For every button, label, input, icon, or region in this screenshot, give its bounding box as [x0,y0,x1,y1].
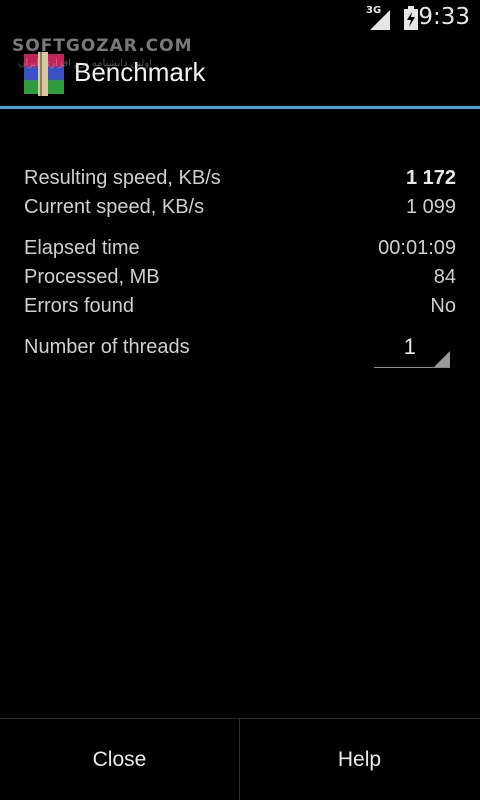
help-button[interactable]: Help [240,719,479,800]
current-speed-value: 1 099 [405,196,456,218]
status-bar: 3G 9:33 [0,0,480,38]
processed-value: 84 [433,266,456,288]
threads-spinner[interactable]: 1 [374,330,450,368]
battery-charging-icon [404,6,418,30]
resulting-speed-value: 1 172 [405,167,456,189]
threads-value: 1 [403,334,416,359]
status-time: 9:33 [418,4,470,30]
watermark-subtext: اولین دانشنامه نرم افزاری ایران [18,58,152,69]
current-speed-row: Current speed, KB/s 1 099 [24,196,456,224]
bottom-button-bar: Close Help [0,718,480,800]
resulting-speed-row: Resulting speed, KB/s 1 172 [24,167,456,195]
action-bar-divider [0,106,480,109]
threads-label: Number of threads [24,336,190,358]
spinner-underline [374,367,450,368]
benchmark-screen: 3G 9:33 Benchmark SOFTGOZAR.COM اولین دا… [0,0,480,800]
signal-icon: 3G [366,5,392,30]
processed-label: Processed, MB [24,266,160,288]
elapsed-time-row: Elapsed time 00:01:09 [24,237,456,265]
current-speed-label: Current speed, KB/s [24,196,205,218]
elapsed-time-value: 00:01:09 [378,237,456,259]
errors-row: Errors found No [24,295,456,323]
spinner-dropdown-icon [434,351,450,367]
resulting-speed-label: Resulting speed, KB/s [24,167,221,189]
watermark: SOFTGOZAR.COM [12,36,193,56]
elapsed-time-label: Elapsed time [24,237,140,259]
close-button[interactable]: Close [0,719,239,800]
processed-row: Processed, MB 84 [24,266,456,294]
errors-value: No [430,295,456,317]
errors-label: Errors found [24,295,135,317]
